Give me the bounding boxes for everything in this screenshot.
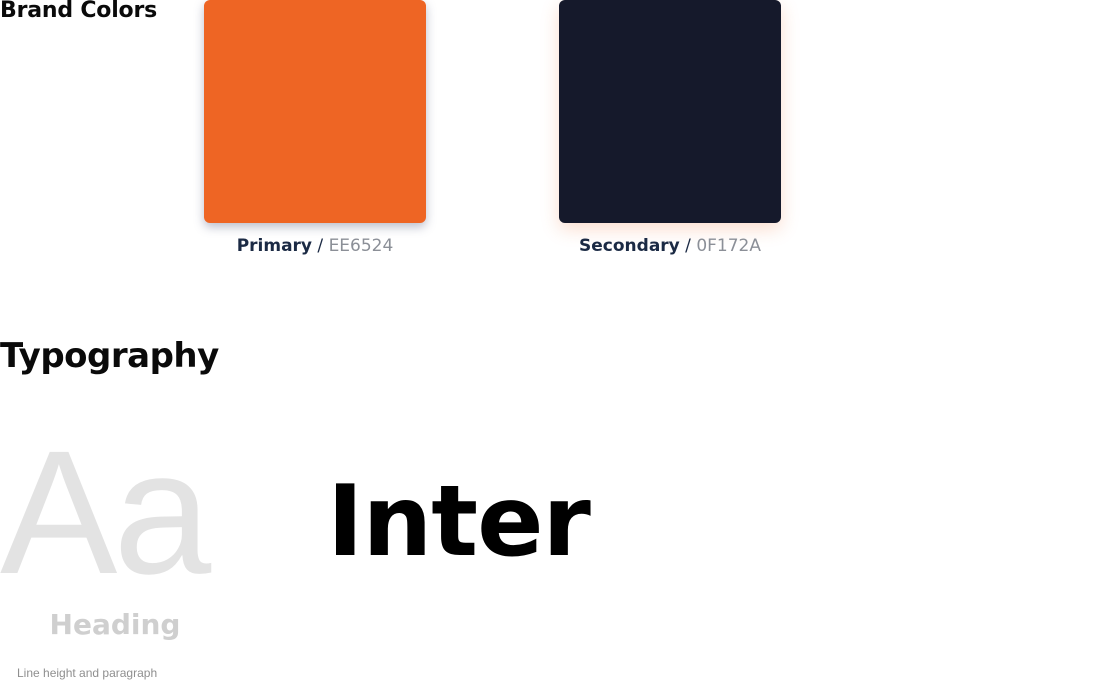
primary-color-separator: / (317, 236, 324, 256)
type-specimen-caption: Heading (49, 608, 181, 641)
typography-heading: Typography (0, 336, 219, 376)
primary-color-swatch (204, 0, 426, 223)
type-specimen-glyphs: Aa (0, 415, 211, 611)
secondary-color-hex: 0F172A (696, 236, 761, 256)
primary-color-card: Primary / EE6524 (204, 0, 426, 256)
brand-colors-heading: Brand Colors (0, 0, 157, 23)
primary-color-caption: Primary / EE6524 (204, 236, 426, 256)
font-family-name: Inter (327, 465, 591, 579)
primary-color-name: Primary (236, 236, 313, 256)
secondary-color-name: Secondary (579, 236, 680, 256)
secondary-color-swatch (559, 0, 781, 223)
secondary-color-separator: / (685, 236, 691, 256)
secondary-color-card: Secondary / 0F172A (559, 0, 781, 256)
primary-color-hex: EE6524 (328, 236, 394, 256)
secondary-color-caption: Secondary / 0F172A (559, 236, 781, 256)
